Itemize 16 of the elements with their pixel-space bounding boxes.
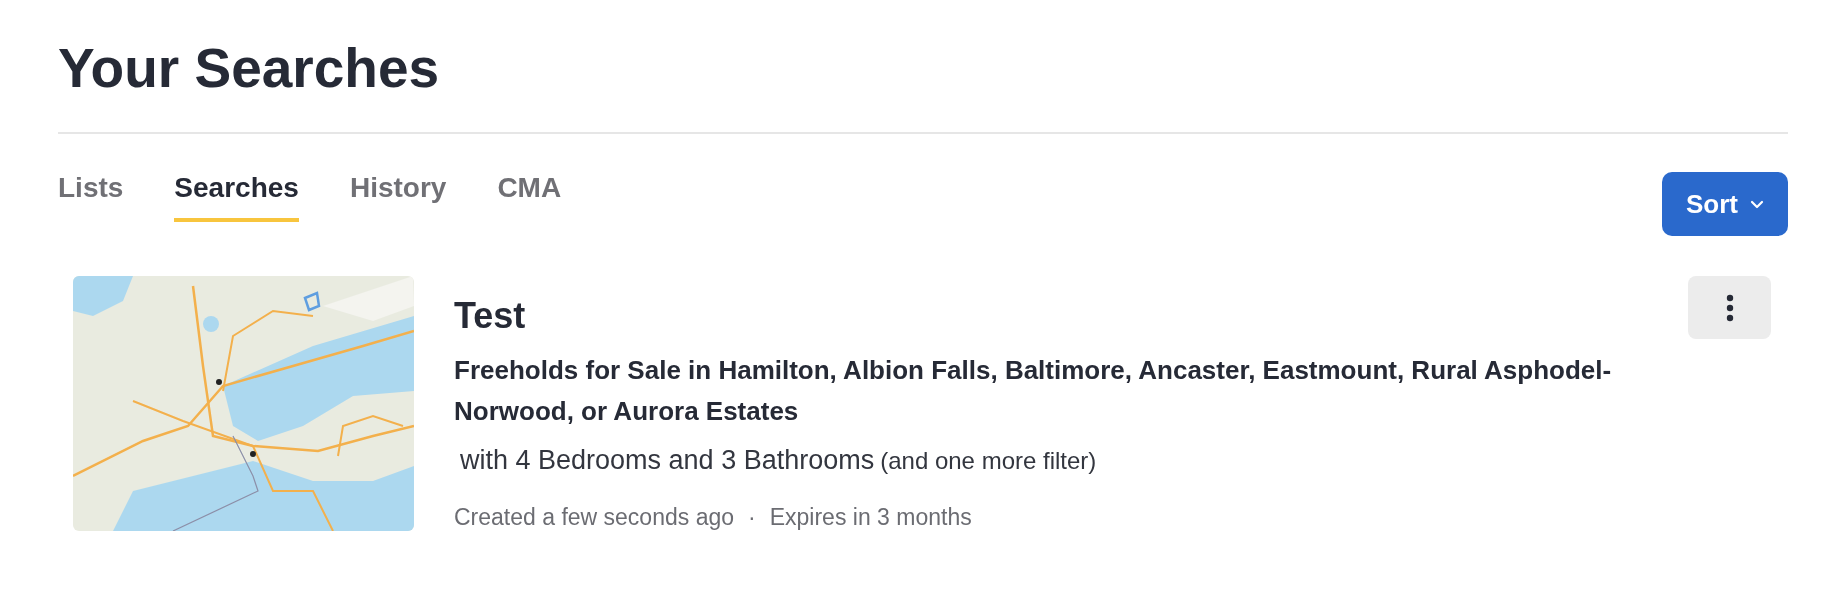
expiry-time: Expires in 3 months (769, 504, 972, 531)
caret-icon (1750, 199, 1764, 209)
more-icon (1725, 293, 1734, 322)
more-filters: (and one more filter) (880, 447, 1097, 474)
separator: · (748, 504, 756, 531)
sort-button[interactable]: Sort (1662, 172, 1788, 236)
search-description: Freeholds for Sale in Hamilton, Albion Falls, Baltimore, Ancaster, Eastmount, Rural Asphodel-Norwood, or Aurora Estates (454, 354, 1613, 428)
more-menu-button[interactable] (1688, 276, 1771, 339)
tab[interactable]: CMA (497, 172, 562, 222)
created-time: Created a few seconds ago (454, 504, 734, 531)
tab[interactable]: Lists (58, 172, 124, 222)
tab[interactable]: History (349, 172, 447, 222)
search-name[interactable]: Test (454, 294, 1688, 338)
page-title: Your Searches (58, 36, 441, 101)
tab[interactable]: Searches (174, 172, 299, 222)
filter-summary: with 4 Bedrooms and 3 Bathrooms (460, 445, 875, 475)
